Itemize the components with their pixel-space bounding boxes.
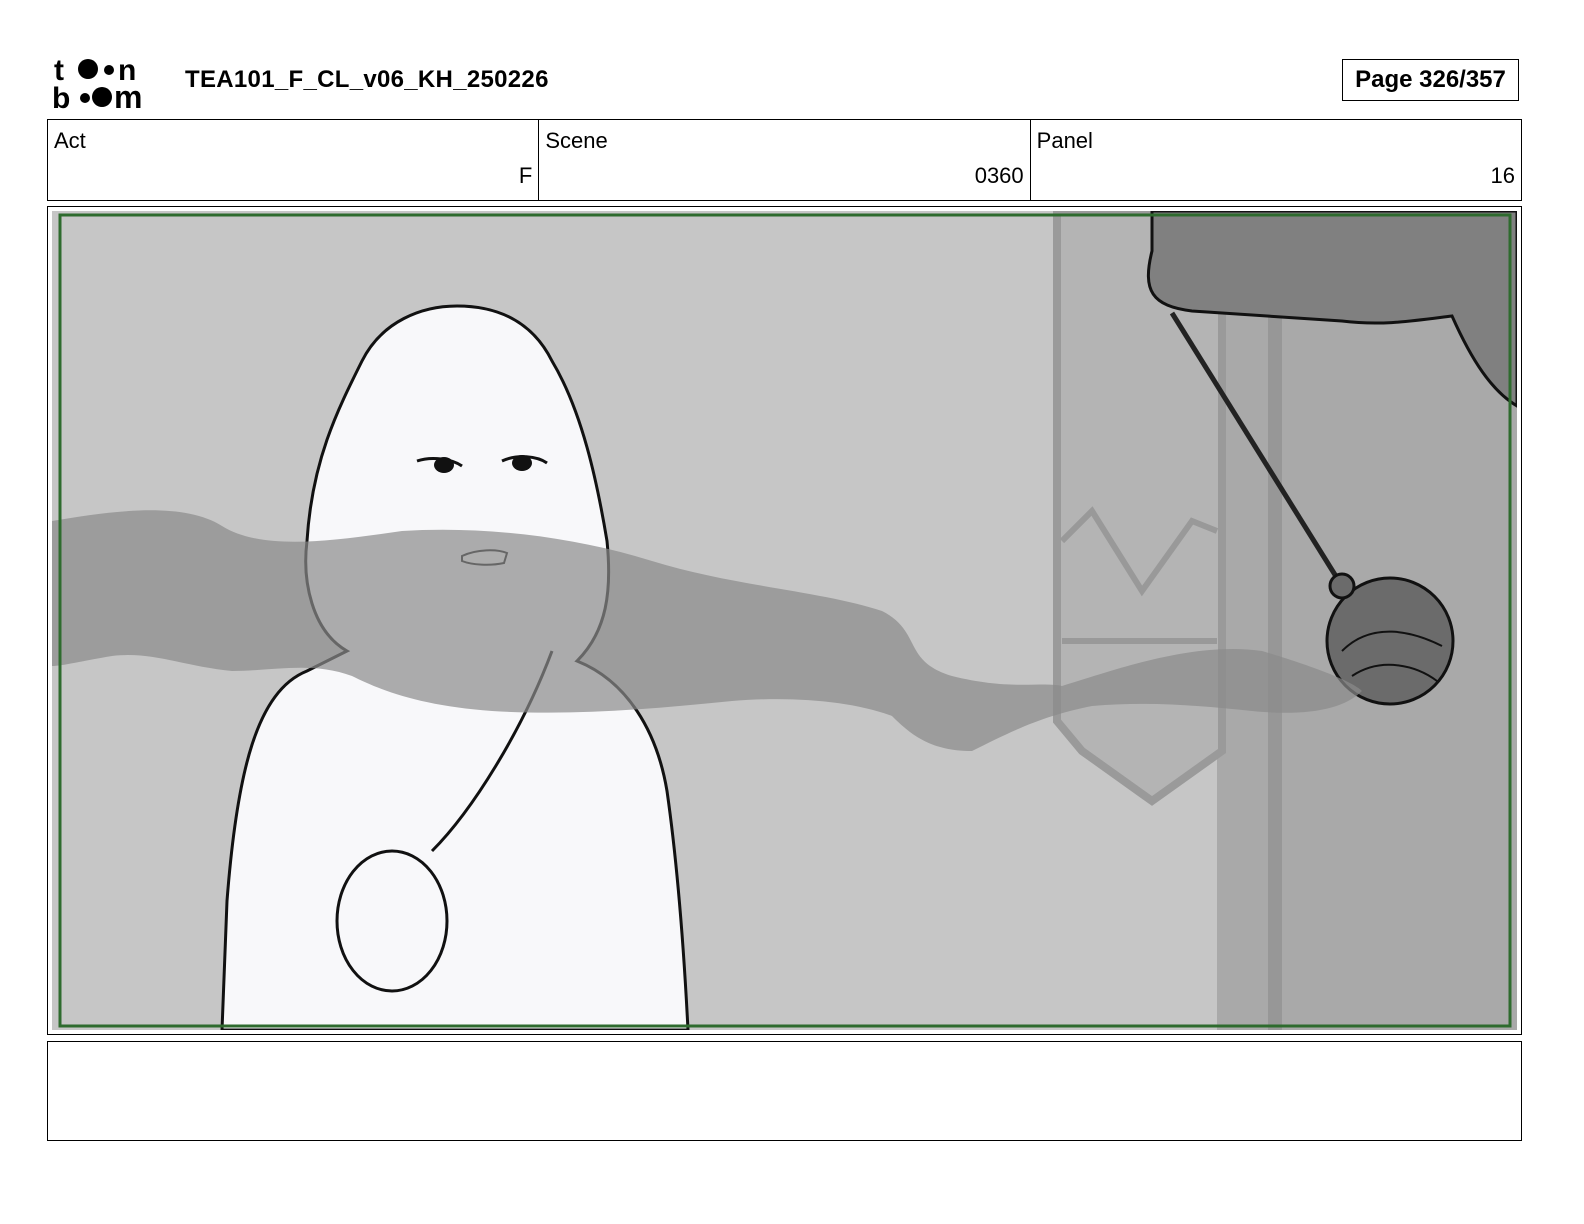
toon-boom-logo: t n b m: [52, 54, 142, 112]
panel-notes-box: [47, 1041, 1522, 1141]
panel-label: Panel: [1036, 128, 1093, 153]
storyboard-info-table: Act F Scene 0360 Panel 16: [47, 119, 1522, 201]
document-title: TEA101_F_CL_v06_KH_250226: [185, 66, 549, 93]
page-number-badge: Page 326/357: [1342, 59, 1519, 101]
right-eye: [512, 455, 532, 471]
act-value: F: [518, 163, 533, 188]
pillar-line: [1268, 211, 1282, 1030]
act-label: Act: [54, 128, 86, 153]
panel-cell: Panel 16: [1031, 120, 1521, 200]
scene-cell: Scene 0360: [539, 120, 1031, 200]
svg-text:m: m: [114, 79, 142, 112]
left-eye: [434, 457, 454, 473]
storyboard-panel: [47, 206, 1522, 1035]
panel-value: 16: [1490, 163, 1515, 188]
scene-value: 0360: [974, 163, 1024, 188]
act-cell: Act F: [48, 120, 540, 200]
svg-text:b: b: [52, 82, 70, 112]
panel-drawing: [52, 211, 1517, 1030]
scene-label: Scene: [545, 128, 608, 153]
